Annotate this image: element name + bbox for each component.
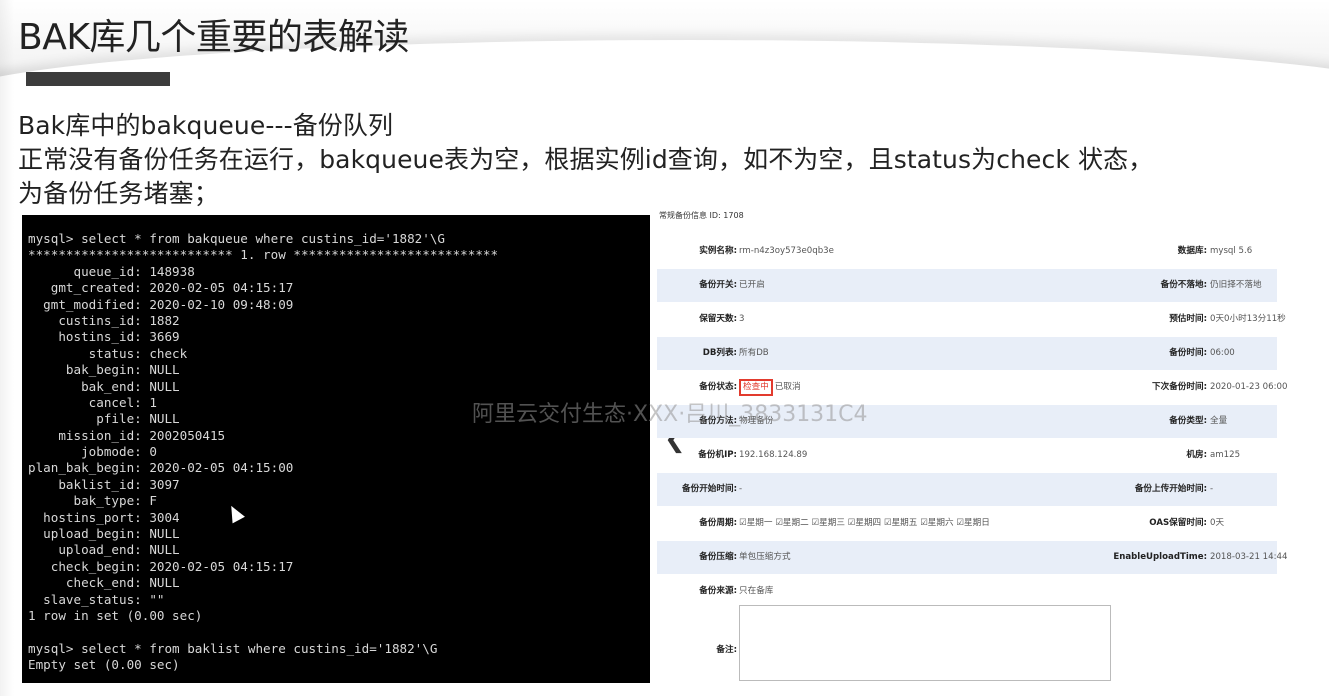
field-value: am125 xyxy=(1210,450,1241,460)
description-line-3: 为备份任务堵塞； xyxy=(18,179,219,208)
info-row-backup-ip: 备份机IP: 192.168.124.89 机房: am125 xyxy=(657,439,1277,472)
field-value: 06:00 xyxy=(1210,348,1235,358)
field-value: 只在备库 xyxy=(739,586,774,596)
terminal-line: hostins_id: 3669 xyxy=(28,329,180,345)
terminal-line: *************************** 1. row *****… xyxy=(28,247,499,263)
info-row-compression: 备份压缩: 单包压缩方式 EnableUploadTime: 2018-03-2… xyxy=(657,541,1287,574)
terminal-line: 1 row in set (0.00 sec) xyxy=(28,607,203,623)
field-label: 备份不落地: xyxy=(1160,280,1207,290)
terminal-line: upload_end: NULL xyxy=(28,542,180,558)
terminal-line: status: check xyxy=(28,345,188,361)
terminal-line: bak_type: F xyxy=(28,493,157,509)
field-value: 所有DB xyxy=(739,348,769,358)
watermark-text: 阿里云交付生态·XXX·吕川_3833131C4 xyxy=(472,402,868,427)
terminal-line: Empty set (0.00 sec) xyxy=(28,657,180,673)
terminal-line: queue_id: 148938 xyxy=(28,263,195,279)
edge-shade xyxy=(0,0,14,696)
field-label: OAS保留时间: xyxy=(1149,518,1207,528)
terminal-line: bak_begin: NULL xyxy=(28,362,180,378)
terminal-line: gmt_modified: 2020-02-10 09:48:09 xyxy=(28,296,294,312)
field-value: 全量 xyxy=(1210,416,1228,426)
info-row-instance: 实例名称: rm-n4z3oy573e0qb3e 数据库: mysql 5.6 xyxy=(657,235,1277,268)
description-line-1: Bak库中的bakqueue---备份队列 xyxy=(18,111,394,140)
terminal-line: plan_bak_begin: 2020-02-05 04:15:00 xyxy=(28,460,294,476)
info-row-retention: 保留天数: 3 预估时间: 0天0小时13分11秒 xyxy=(657,303,1286,336)
terminal-line: mission_id: 2002050415 xyxy=(28,427,226,443)
field-label: 实例名称: xyxy=(699,246,737,256)
field-value: rm-n4z3oy573e0qb3e xyxy=(739,246,834,256)
field-value: 仍旧择不落地 xyxy=(1210,280,1262,290)
field-value: 0天0小时13分11秒 xyxy=(1210,314,1286,324)
terminal-line: baklist_id: 3097 xyxy=(28,476,180,492)
field-label: 备份压缩: xyxy=(699,552,737,562)
field-label: 下次备份时间: xyxy=(1152,382,1207,392)
info-row-backup-source: 备份来源: 只在备库 xyxy=(657,575,1277,608)
field-label: 备份上传开始时间: xyxy=(1134,484,1207,494)
field-label: 数据库: xyxy=(1177,246,1207,256)
info-row-db-list: DB列表: 所有DB 备份时间: 06:00 xyxy=(657,337,1277,370)
field-label: 备份时间: xyxy=(1169,348,1207,358)
field-value: 0天 xyxy=(1210,518,1225,528)
field-label: 备份类型: xyxy=(1169,416,1207,426)
terminal-line: slave_status: "" xyxy=(28,591,165,607)
remark-label: 备注: xyxy=(716,645,737,655)
field-label: DB列表: xyxy=(702,348,737,358)
field-value: 已开启 xyxy=(739,280,765,290)
field-label: 预估时间: xyxy=(1169,314,1207,324)
field-label: 备份机IP: xyxy=(698,450,737,460)
title-accent-bar xyxy=(26,72,170,86)
panel-header: 常规备份信息 ID: 1708 xyxy=(659,211,744,220)
field-value: ☑星期一 ☑星期二 ☑星期三 ☑星期四 ☑星期五 ☑星期六 ☑星期日 xyxy=(739,518,990,528)
field-label: 备份来源: xyxy=(699,586,737,596)
field-value: - xyxy=(739,484,743,494)
terminal-line: custins_id: 1882 xyxy=(28,312,180,328)
description-line-2: 正常没有备份任务在运行，bakqueue表为空，根据实例id查询，如不为空，且s… xyxy=(18,145,1154,174)
field-value: 2020-01-23 06:00 xyxy=(1210,382,1288,392)
terminal-line: check_end: NULL xyxy=(28,575,180,591)
field-label: 保留天数: xyxy=(699,314,737,324)
field-value: mysql 5.6 xyxy=(1210,246,1253,256)
field-label: 备份开始时间: xyxy=(682,484,737,494)
mysql-terminal: mysql> select * from bakqueue where cust… xyxy=(22,215,650,683)
field-value: 2018-03-21 14:44 xyxy=(1210,552,1288,562)
info-row-backup-cycle: 备份周期: ☑星期一 ☑星期二 ☑星期三 ☑星期四 ☑星期五 ☑星期六 ☑星期日… xyxy=(657,507,1277,540)
slide-title: BAK库几个重要的表解读 xyxy=(18,17,409,58)
field-value: 单包压缩方式 xyxy=(739,552,791,562)
terminal-line: check_begin: 2020-02-05 04:15:17 xyxy=(28,558,294,574)
terminal-line: mysql> select * from bakqueue where cust… xyxy=(28,231,446,246)
field-value: 3 xyxy=(739,314,745,324)
terminal-line: mysql> select * from baklist where custi… xyxy=(28,640,438,656)
field-value: 192.168.124.89 xyxy=(739,450,808,460)
field-value: 已取消 xyxy=(774,382,801,392)
field-label: EnableUploadTime: xyxy=(1113,552,1207,562)
terminal-line: gmt_created: 2020-02-05 04:15:17 xyxy=(28,280,294,296)
terminal-line: upload_begin: NULL xyxy=(28,526,180,542)
terminal-line: hostins_port: 3004 xyxy=(28,509,180,525)
info-row-backup-switch: 备份开关: 已开启 备份不落地: 仍旧择不落地 xyxy=(657,269,1277,302)
remark-textarea[interactable] xyxy=(739,605,1111,681)
field-label: 机房: xyxy=(1186,450,1207,460)
field-label: 备份开关: xyxy=(699,280,737,290)
backup-info-panel: 常规备份信息 ID: 1708 实例名称: rm-n4z3oy573e0qb3e… xyxy=(657,203,1287,683)
field-label: 备份周期: xyxy=(699,518,737,528)
terminal-line: bak_end: NULL xyxy=(28,378,180,394)
info-row-start-time: 备份开始时间: - 备份上传开始时间: - xyxy=(657,473,1277,506)
field-label xyxy=(1037,575,1207,608)
field-value: - xyxy=(1210,484,1214,494)
terminal-line: jobmode: 0 xyxy=(28,444,157,460)
status-badge: 检查中 xyxy=(739,379,773,396)
